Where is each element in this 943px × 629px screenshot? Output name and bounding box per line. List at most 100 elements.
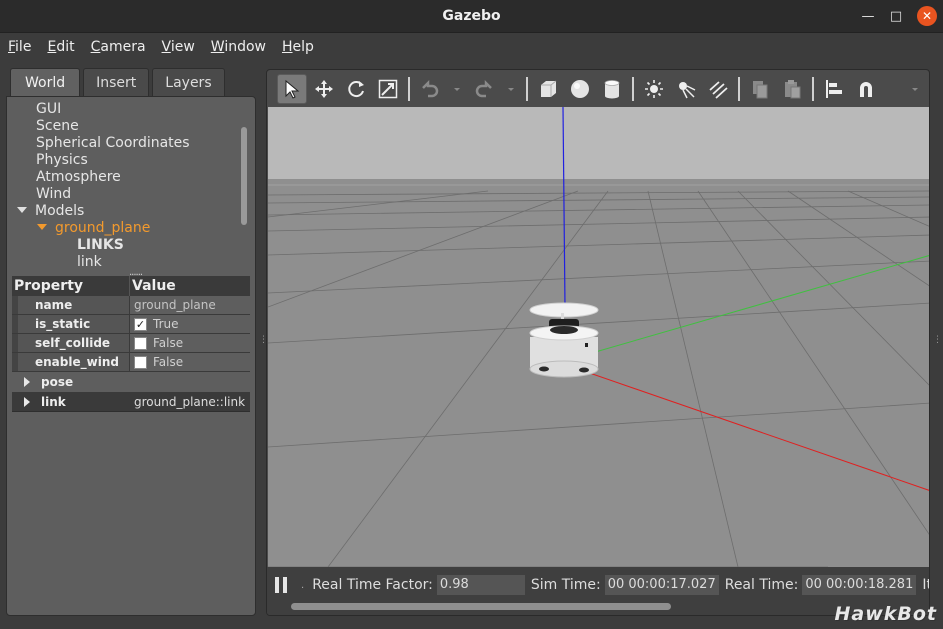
expand-arrow-icon[interactable] — [17, 207, 27, 213]
is-static-value: True — [153, 317, 179, 331]
spot-light-button[interactable] — [671, 74, 701, 104]
link-label: link — [41, 394, 66, 409]
undo-history-dropdown[interactable] — [447, 74, 467, 104]
menu-edit[interactable]: Edit — [47, 39, 74, 55]
tree-item-wind[interactable]: Wind — [11, 186, 243, 203]
splitter-handle-icon[interactable]: ⋮ — [933, 335, 942, 351]
pose-label: pose — [41, 375, 74, 389]
copy-icon — [753, 81, 768, 99]
step-icon[interactable]: . — [301, 580, 304, 591]
paste-button[interactable] — [777, 74, 807, 104]
tree-item-physics[interactable]: Physics — [11, 152, 243, 169]
tab-insert[interactable]: Insert — [83, 68, 150, 96]
snap-button[interactable] — [851, 74, 881, 104]
menu-help-mnemonic: H — [281, 39, 293, 55]
window-controls: — □ ✕ — [855, 4, 937, 28]
cylinder-shape-button[interactable] — [597, 74, 627, 104]
value-column-header: Value — [132, 278, 176, 294]
status-scrollbar[interactable] — [291, 603, 671, 610]
align-icon — [826, 80, 842, 98]
menu-camera-mnemonic: C — [90, 39, 101, 55]
scene-viewport[interactable] — [268, 107, 930, 567]
tab-layers[interactable]: Layers — [152, 68, 225, 96]
toolbar-overflow-dropdown[interactable] — [905, 74, 925, 104]
tree-item-ground-plane-label: ground_plane — [55, 220, 151, 236]
chevron-down-icon — [912, 88, 918, 91]
tree-item-scene[interactable]: Scene — [11, 118, 243, 135]
status-bar: . Real Time Factor: 0.98 Sim Time: 00 00… — [267, 567, 929, 615]
menu-view-mnemonic: V — [161, 39, 171, 55]
menu-edit-mnemonic: E — [47, 39, 57, 55]
property-table: Property Value name ground_plane is_stat… — [12, 276, 250, 412]
menu-window-label: indow — [224, 39, 266, 55]
property-value-enable-wind: False — [130, 353, 250, 371]
menu-view-label: iew — [170, 39, 195, 55]
tree-item-models-label: Models — [35, 203, 85, 219]
tree-item-atmosphere[interactable]: Atmosphere — [11, 169, 243, 186]
spotlight-icon — [679, 82, 696, 99]
tree-item-models[interactable]: Models — [11, 203, 243, 220]
real-time-value: 00 00:00:18.281 — [802, 575, 917, 595]
rotate-mode-button[interactable] — [341, 74, 371, 104]
directional-light-button[interactable] — [703, 74, 733, 104]
tab-world[interactable]: World — [10, 68, 81, 96]
tree-item-gui[interactable]: GUI — [11, 101, 243, 118]
undo-button[interactable] — [415, 74, 445, 104]
menu-file-mnemonic: F — [8, 39, 16, 55]
property-table-header: Property Value — [12, 276, 250, 296]
align-button[interactable] — [819, 74, 849, 104]
property-column-header: Property — [12, 276, 130, 296]
redo-button[interactable] — [469, 74, 499, 104]
tree-item-spherical-coordinates[interactable]: Spherical Coordinates — [11, 135, 243, 152]
point-light-button[interactable] — [639, 74, 669, 104]
magnet-icon — [860, 82, 872, 97]
property-group-pose[interactable]: pose — [12, 372, 250, 392]
sim-time-value: 00 00:00:17.027 — [604, 575, 719, 595]
menu-help[interactable]: Help — [282, 39, 314, 55]
expand-arrow-icon[interactable] — [24, 396, 30, 407]
toolbar-divider — [812, 77, 814, 101]
maximize-icon[interactable]: □ — [883, 4, 909, 28]
menu-camera-label: amera — [100, 39, 146, 55]
paste-icon — [785, 80, 801, 99]
pause-icon[interactable] — [275, 577, 287, 593]
splitter-handle-icon[interactable]: ⋮ — [259, 335, 268, 351]
menu-camera[interactable]: Camera — [91, 39, 146, 55]
copy-button[interactable] — [745, 74, 775, 104]
box-icon — [541, 80, 557, 97]
menu-window[interactable]: Window — [211, 39, 266, 55]
tree-item-link[interactable]: link — [11, 254, 243, 271]
tree-scrollbar[interactable] — [241, 127, 247, 225]
toolbar-divider — [738, 77, 740, 101]
enable-wind-value: False — [153, 355, 184, 369]
redo-history-dropdown[interactable] — [501, 74, 521, 104]
box-shape-button[interactable] — [533, 74, 563, 104]
property-row-self-collide: self_collide False — [12, 334, 250, 353]
sphere-shape-button[interactable] — [565, 74, 595, 104]
property-group-link[interactable]: link ground_plane::link — [12, 392, 250, 412]
sky — [268, 107, 929, 187]
robot-model[interactable] — [529, 302, 599, 378]
status-row: . Real Time Factor: 0.98 Sim Time: 00 00… — [275, 575, 929, 595]
tree-item-ground-plane[interactable]: ground_plane — [11, 220, 243, 237]
menu-file[interactable]: File — [8, 39, 31, 55]
is-static-checkbox[interactable]: ✓ — [134, 317, 147, 331]
rotate-icon — [348, 81, 364, 98]
iterations-label: It — [922, 577, 929, 593]
translate-mode-button[interactable] — [309, 74, 339, 104]
world-panel: GUI Scene Spherical Coordinates Physics … — [6, 96, 256, 616]
menu-window-mnemonic: W — [210, 39, 225, 55]
enable-wind-checkbox[interactable] — [134, 355, 147, 369]
scale-mode-button[interactable] — [373, 74, 403, 104]
minimize-icon[interactable]: — — [855, 4, 881, 28]
property-label: enable_wind — [12, 353, 130, 371]
menu-bar: File Edit Camera View Window Help — [0, 33, 943, 61]
self-collide-checkbox[interactable] — [134, 336, 147, 350]
expand-arrow-icon[interactable] — [37, 224, 47, 230]
close-icon[interactable]: ✕ — [917, 6, 937, 26]
menu-view[interactable]: View — [162, 39, 195, 55]
select-mode-button[interactable] — [277, 74, 307, 104]
left-panel: World Insert Layers GUI Scene Spherical … — [6, 68, 256, 616]
menu-help-label: elp — [292, 39, 314, 55]
expand-arrow-icon[interactable] — [24, 377, 30, 387]
